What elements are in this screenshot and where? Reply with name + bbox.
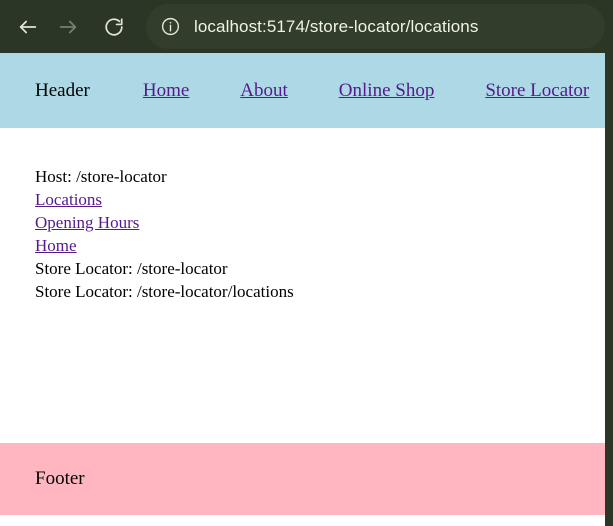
nav-link-online-shop[interactable]: Online Shop <box>339 80 435 102</box>
main-content: Host: /store-locator Locations Opening H… <box>0 128 605 443</box>
link-opening-hours[interactable]: Opening Hours <box>35 213 139 232</box>
address-bar-url[interactable]: localhost:5174/store-locator/locations <box>194 17 478 37</box>
header-title: Header <box>35 79 90 101</box>
viewport-right-edge <box>605 53 613 526</box>
content-line-home: Home <box>35 234 605 257</box>
content-line-store-locator-locations: Store Locator: /store-locator/locations <box>35 282 294 301</box>
reload-button[interactable] <box>94 7 134 47</box>
forward-arrow-icon <box>59 20 77 33</box>
main-navigation: Home About Online Shop Store Locator <box>143 80 589 102</box>
nav-link-about[interactable]: About <box>240 80 288 102</box>
back-button[interactable] <box>8 7 48 47</box>
reload-icon <box>105 17 123 36</box>
footer-title: Footer <box>35 468 85 489</box>
nav-link-home[interactable]: Home <box>143 80 189 102</box>
nav-link-store-locator[interactable]: Store Locator <box>485 80 589 102</box>
link-home[interactable]: Home <box>35 236 77 255</box>
content-line-opening-hours: Opening Hours <box>35 211 605 234</box>
content-line-locations: Locations <box>35 188 605 211</box>
browser-toolbar: localhost:5174/store-locator/locations <box>0 0 613 53</box>
content-line-host: Host: /store-locator <box>35 167 167 186</box>
site-header: Header Home About Online Shop Store Loca… <box>0 53 605 128</box>
address-bar[interactable]: localhost:5174/store-locator/locations <box>146 4 605 49</box>
forward-button[interactable] <box>48 7 88 47</box>
content-line-store-locator-root: Store Locator: /store-locator <box>35 259 228 278</box>
site-info-icon[interactable] <box>152 9 188 45</box>
site-footer: Footer <box>0 443 605 515</box>
page-viewport: Header Home About Online Shop Store Loca… <box>0 53 605 526</box>
link-locations[interactable]: Locations <box>35 190 102 209</box>
back-arrow-icon <box>19 20 37 33</box>
